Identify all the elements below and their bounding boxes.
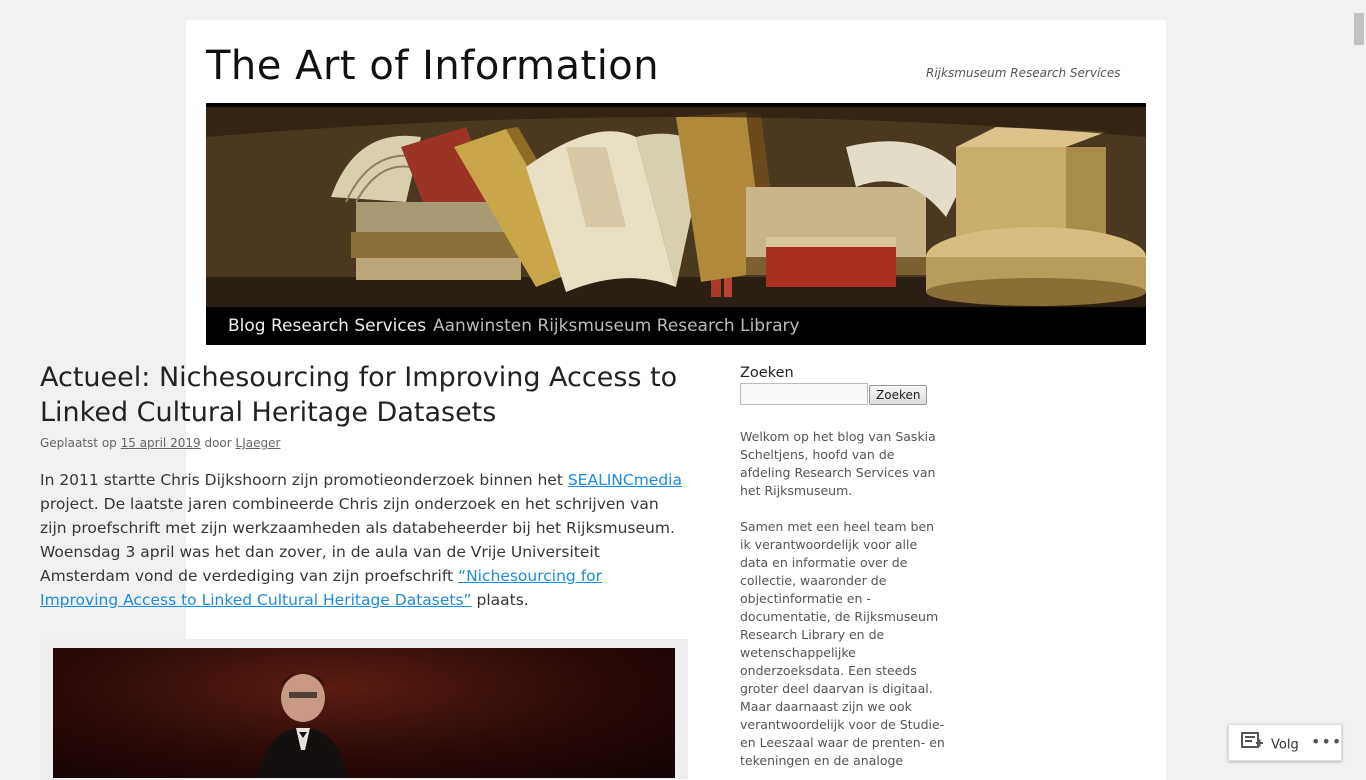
post-photo[interactable] xyxy=(53,648,675,778)
nav-item-aanwinsten-research-library[interactable]: Aanwinsten Rijksmuseum Research Library xyxy=(433,307,800,345)
search-button[interactable]: Zoeken xyxy=(869,385,928,405)
sealincmedia-link[interactable]: SEALINCmedia xyxy=(568,471,682,489)
site-title[interactable]: The Art of Information xyxy=(206,40,659,92)
more-options-button[interactable]: ••• xyxy=(1311,732,1341,754)
sidebar-description-text: Samen met een heel team ben ik verantwoo… xyxy=(740,519,945,768)
post-title[interactable]: Actueel: Nichesourcing for Improving Acc… xyxy=(40,360,680,430)
paragraph-text: In 2011 startte Chris Dijkshoorn zijn pr… xyxy=(40,471,563,489)
post-date-link[interactable]: 15 april 2019 xyxy=(121,436,201,450)
scrollbar-thumb[interactable] xyxy=(1354,13,1364,45)
nav-item-blog-research-services[interactable]: Blog Research Services xyxy=(228,307,426,345)
sidebar-intro-text: Welkom op het blog van Saskia Scheltjens… xyxy=(740,429,936,498)
person-speaking-photo xyxy=(258,672,348,778)
follow-widget: Volg ••• xyxy=(1228,724,1342,761)
search-form: Zoeken xyxy=(740,383,945,407)
follow-button[interactable]: Volg xyxy=(1241,732,1299,754)
post-author-link[interactable]: LJaeger xyxy=(236,436,281,450)
post-content: Actueel: Nichesourcing for Improving Acc… xyxy=(40,360,688,612)
posted-prefix: Geplaatst op xyxy=(40,436,117,450)
paragraph-text: plaats. xyxy=(476,591,529,609)
search-input[interactable] xyxy=(740,383,868,405)
search-widget-title: Zoeken xyxy=(740,365,794,381)
header-image[interactable] xyxy=(206,107,1146,307)
books-still-life-illustration xyxy=(206,107,1146,307)
site-description: Rijksmuseum Research Services xyxy=(926,66,1121,80)
post-meta: Geplaatst op 15 april 2019 door LJaeger xyxy=(40,436,688,450)
post-image-frame xyxy=(40,639,688,779)
follow-reader-icon xyxy=(1241,732,1263,758)
follow-label: Volg xyxy=(1271,737,1299,753)
main-navigation: Blog Research Services Aanwinsten Rijksm… xyxy=(206,307,1146,345)
page-scrollbar[interactable] xyxy=(1351,0,1366,768)
sidebar: Zoeken Zoeken Welkom op het blog van Sas… xyxy=(740,365,945,770)
by-label: door xyxy=(204,436,232,450)
post-body: In 2011 startte Chris Dijkshoorn zijn pr… xyxy=(40,468,685,612)
